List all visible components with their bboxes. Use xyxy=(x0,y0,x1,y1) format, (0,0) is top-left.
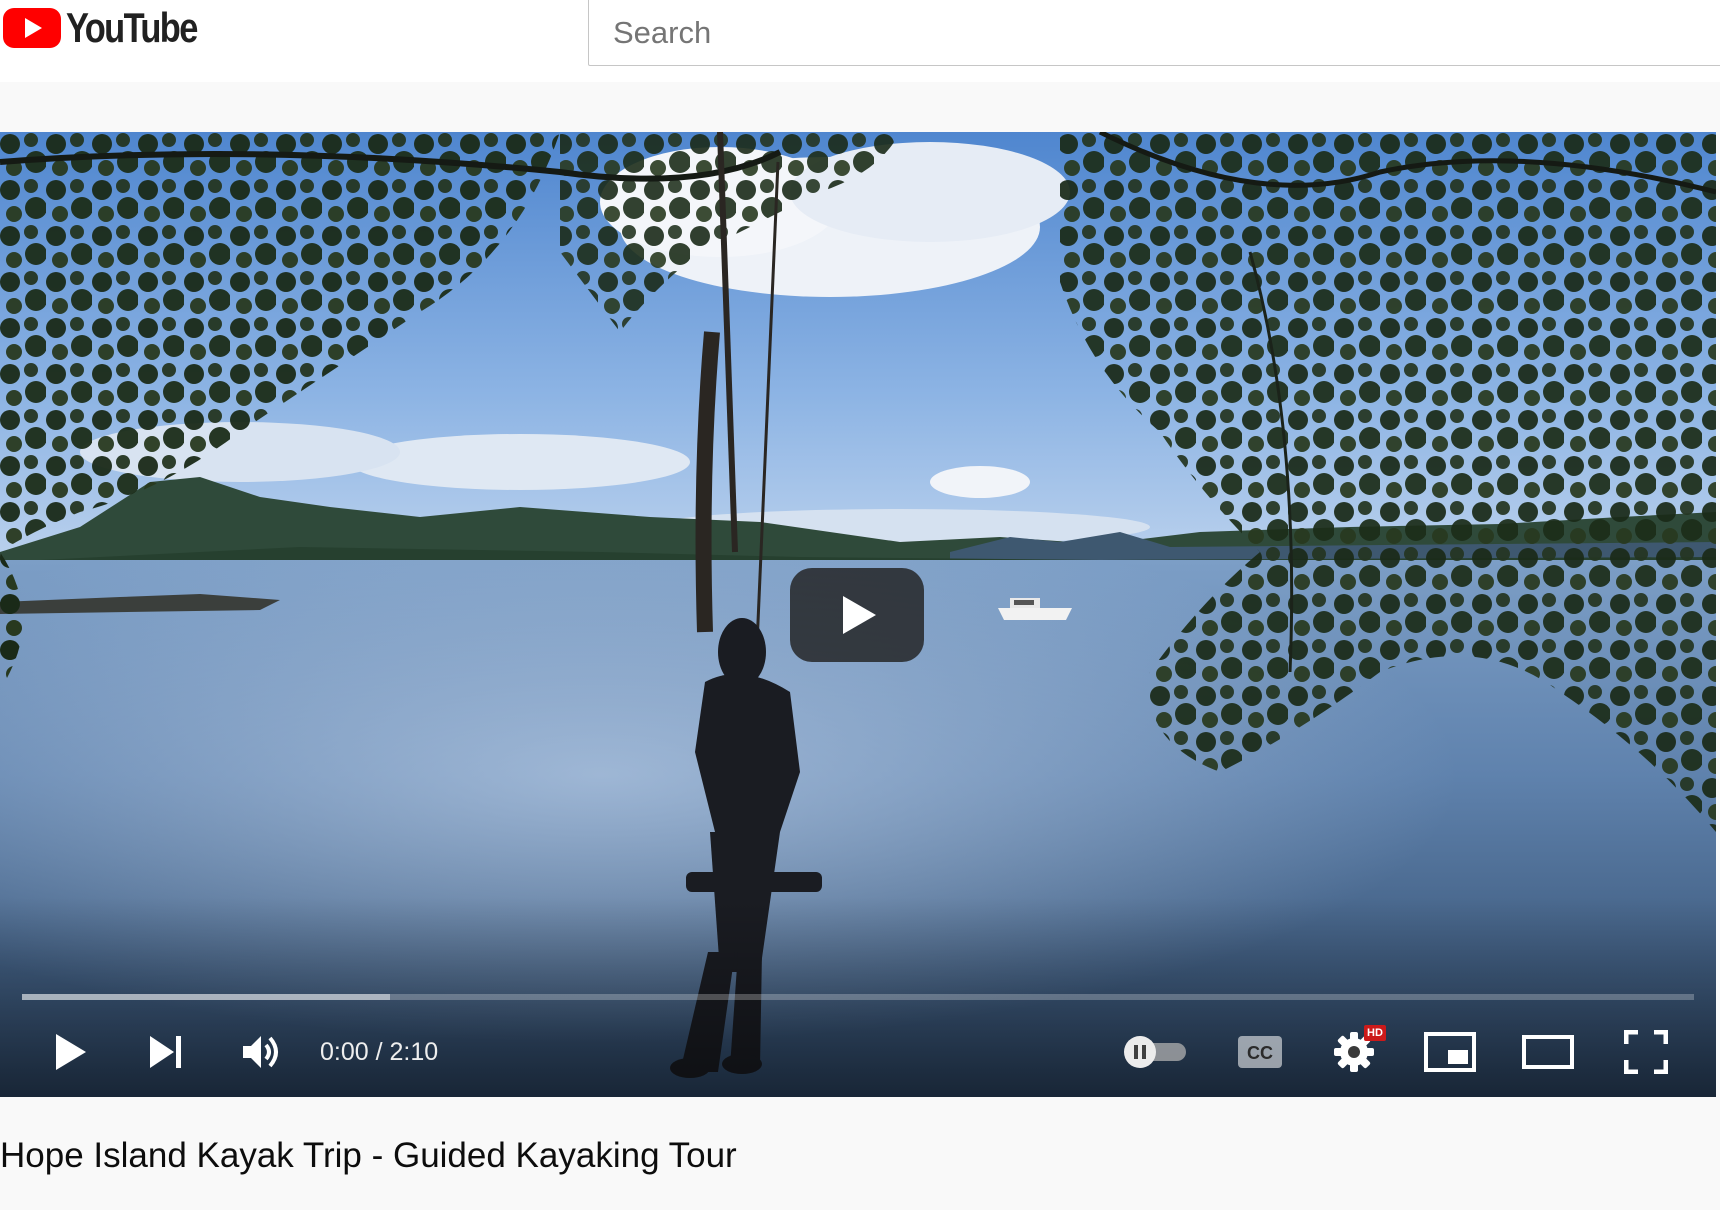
volume-icon xyxy=(243,1036,278,1068)
fullscreen-button[interactable] xyxy=(1614,1007,1678,1097)
progress-bar[interactable] xyxy=(22,994,1694,1000)
miniplayer-button[interactable] xyxy=(1418,1007,1482,1097)
large-play-button[interactable] xyxy=(790,568,924,662)
settings-button[interactable] xyxy=(1322,1007,1386,1097)
captions-icon: CC xyxy=(1238,1036,1282,1068)
next-icon xyxy=(150,1036,181,1068)
youtube-logo[interactable]: YouTube xyxy=(2,7,225,49)
subtitles-button[interactable]: CC xyxy=(1228,1007,1292,1097)
fullscreen-icon xyxy=(1624,1030,1668,1074)
time-display: 0:00 / 2:10 xyxy=(320,1038,439,1066)
youtube-logo-icon xyxy=(3,8,61,48)
next-button[interactable] xyxy=(136,1007,196,1097)
search-box xyxy=(588,0,1720,66)
progress-buffered xyxy=(22,994,390,1000)
large-play-icon xyxy=(843,596,876,634)
video-title: Hope Island Kayak Trip - Guided Kayaking… xyxy=(0,1136,737,1175)
theater-mode-button[interactable] xyxy=(1514,1007,1582,1097)
play-button[interactable] xyxy=(40,1007,100,1097)
video-player[interactable]: 0:00 / 2:10 CC HD xyxy=(0,132,1716,1097)
svg-text:CC: CC xyxy=(1247,1043,1273,1063)
masthead: YouTube xyxy=(0,0,1720,82)
search-input[interactable] xyxy=(589,0,1720,65)
miniplayer-icon xyxy=(1424,1032,1476,1072)
autoplay-toggle-icon xyxy=(1124,1036,1186,1068)
mute-button[interactable] xyxy=(232,1007,292,1097)
player-controls: 0:00 / 2:10 CC HD xyxy=(0,1007,1716,1097)
autoplay-toggle[interactable] xyxy=(1115,1007,1195,1097)
hd-badge: HD xyxy=(1364,1025,1386,1041)
logo-text: YouTube xyxy=(66,4,198,51)
play-icon xyxy=(56,1034,86,1070)
theater-mode-icon xyxy=(1522,1035,1574,1069)
